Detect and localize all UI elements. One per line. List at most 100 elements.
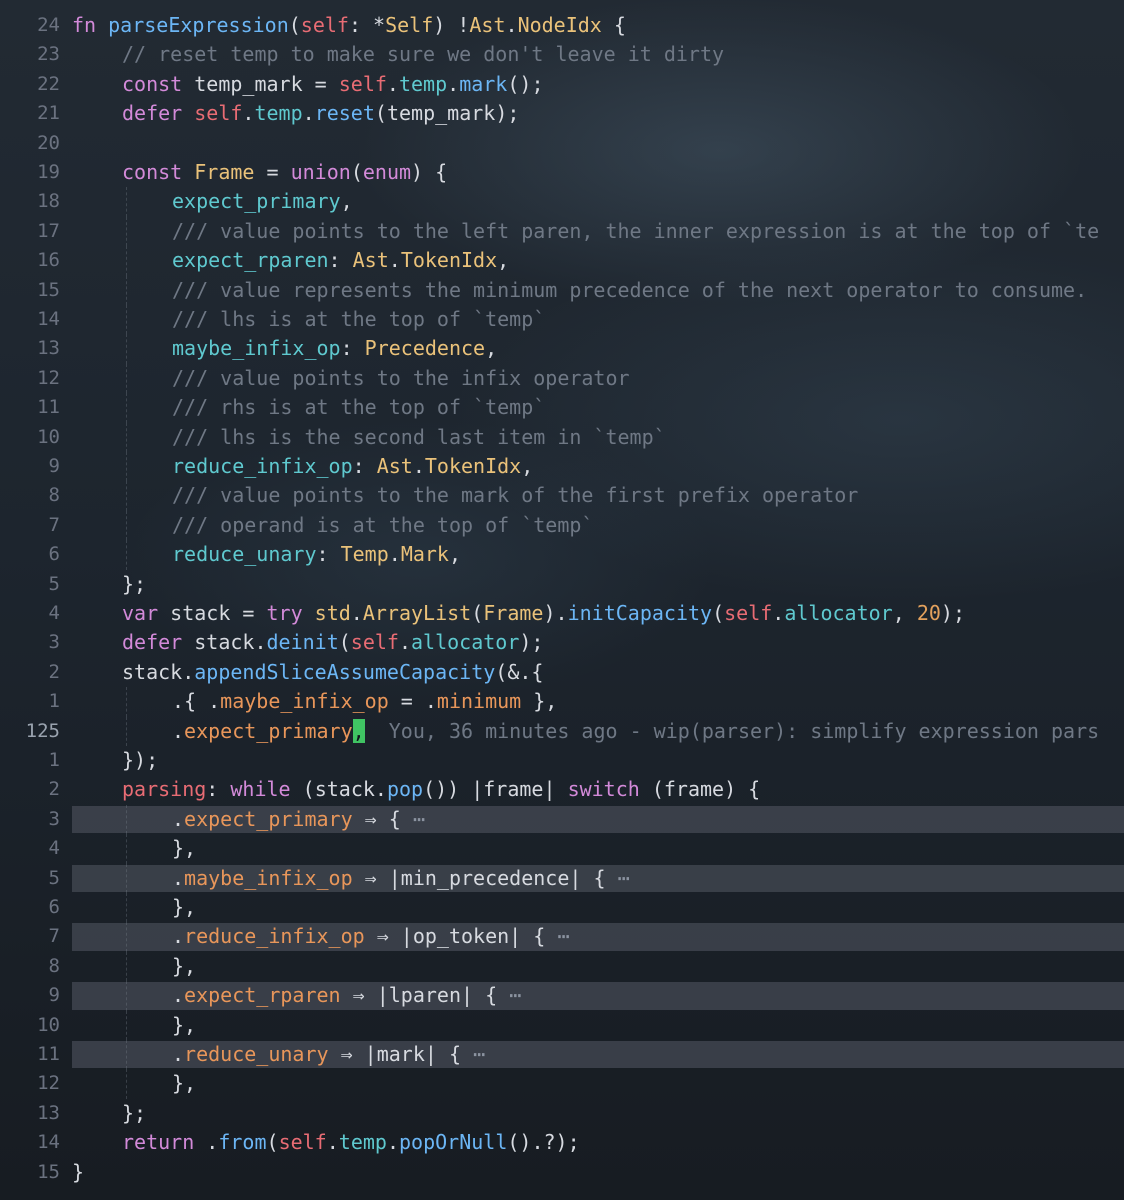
current-code-line[interactable]: 125 .expect_primary, You, 36 minutes ago …: [0, 716, 1124, 746]
code-line[interactable]: 23 // reset temp to make sure we don't le…: [0, 40, 1124, 69]
code-text[interactable]: reduce_unary: Temp.Mark,: [72, 540, 1124, 569]
code-line[interactable]: 6 reduce_unary: Temp.Mark,: [0, 540, 1124, 570]
fold-ellipsis-icon[interactable]: ⋯: [473, 1042, 485, 1066]
code-text[interactable]: defer stack.deinit(self.allocator);: [72, 628, 1124, 657]
code-line[interactable]: 8 /// value points to the mark of the fir…: [0, 481, 1124, 511]
code-text[interactable]: },: [72, 834, 1124, 863]
code-text[interactable]: .reduce_infix_op ⇒ |op_token| { ⋯: [72, 922, 1124, 951]
code-line[interactable]: 8},: [0, 951, 1124, 982]
code-line[interactable]: 21 defer self.temp.reset(temp_mark);: [0, 99, 1124, 128]
code-token: allocator: [784, 601, 893, 625]
folded-code-line[interactable]: 11 .reduce_unary ⇒ |mark| { ⋯: [0, 1040, 1124, 1070]
code-line[interactable]: 14 /// lhs is at the top of `temp`: [0, 305, 1124, 335]
code-text[interactable]: .expect_primary ⇒ { ⋯: [72, 805, 1124, 834]
code-line[interactable]: 24 fn parseExpression(self: *Self) !Ast.N…: [0, 11, 1124, 40]
fold-ellipsis-icon[interactable]: ⋯: [557, 924, 569, 948]
code-text[interactable]: reduce_infix_op: Ast.TokenIdx,: [72, 452, 1124, 481]
code-text[interactable]: stack.appendSliceAssumeCapacity(&.{: [72, 658, 1124, 687]
code-editor[interactable]: 24 fn parseExpression(self: *Self) !Ast.N…: [0, 0, 1124, 1200]
code-text[interactable]: /// value points to the mark of the firs…: [72, 481, 1124, 510]
code-line[interactable]: 19 const Frame = union(enum) {: [0, 158, 1124, 187]
code-text[interactable]: var stack = try std.ArrayList(Frame).ini…: [72, 599, 1124, 628]
code-line[interactable]: 14 return .from(self.temp.popOrNull().?);: [0, 1128, 1124, 1157]
code-line[interactable]: 17 /// value points to the left paren, th…: [0, 216, 1124, 247]
code-text[interactable]: /// value represents the minimum precede…: [72, 276, 1124, 305]
code-token: :: [316, 542, 341, 567]
code-line[interactable]: 10},: [0, 1010, 1124, 1040]
folded-code-line[interactable]: 9 .expect_rparen ⇒ |lparen| { ⋯: [0, 981, 1124, 1011]
code-text[interactable]: expect_rparen: Ast.TokenIdx,: [72, 246, 1124, 275]
code-text[interactable]: .{ .maybe_infix_op = .minimum },: [72, 687, 1124, 716]
code-text[interactable]: },: [72, 1069, 1124, 1098]
code-line[interactable]: 10 /// lhs is the second last item in `te…: [0, 422, 1124, 452]
code-line[interactable]: 20: [0, 129, 1124, 158]
code-text[interactable]: });: [72, 746, 1124, 775]
code-text[interactable]: .expect_primary, You, 36 minutes ago - w…: [72, 717, 1124, 746]
code-line[interactable]: 12 /// value points to the infix operator: [0, 363, 1124, 394]
code-line[interactable]: 12},: [0, 1069, 1124, 1099]
line-number: 9: [48, 984, 60, 1007]
code-text[interactable]: const Frame = union(enum) {: [72, 158, 1124, 187]
code-text[interactable]: .maybe_infix_op ⇒ |min_precedence| { ⋯: [72, 864, 1124, 893]
code-line[interactable]: 13};: [0, 1099, 1124, 1128]
code-text[interactable]: expect_primary,: [72, 187, 1124, 216]
code-line[interactable]: 2 parsing: while (stack.pop()) |frame| sw…: [0, 775, 1124, 804]
code-text[interactable]: maybe_infix_op: Precedence,: [72, 334, 1124, 363]
code-line[interactable]: 4},: [0, 834, 1124, 864]
code-line[interactable]: 16 expect_rparen: Ast.TokenIdx,: [0, 246, 1124, 276]
code-line[interactable]: 15 /// value represents the minimum prece…: [0, 275, 1124, 305]
code-line[interactable]: 3 defer stack.deinit(self.allocator);: [0, 628, 1124, 657]
folded-code-line[interactable]: 3 .expect_primary ⇒ { ⋯: [0, 804, 1124, 835]
code-text[interactable]: };: [72, 1099, 1124, 1128]
fold-ellipsis-icon[interactable]: ⋯: [618, 866, 630, 890]
code-token: stack.: [194, 630, 267, 655]
code-line[interactable]: 22 const temp_mark = self.temp.mark();: [0, 70, 1124, 99]
code-text[interactable]: .expect_rparen ⇒ |lparen| { ⋯: [72, 981, 1124, 1010]
code-line[interactable]: 9 reduce_infix_op: Ast.TokenIdx,: [0, 452, 1124, 482]
line-number: 7: [48, 513, 60, 536]
code-text[interactable]: .reduce_unary ⇒ |mark| { ⋯: [72, 1040, 1124, 1069]
code-text[interactable]: /// lhs is the second last item in `temp…: [72, 423, 1124, 452]
code-line[interactable]: 6},: [0, 893, 1124, 923]
code-line[interactable]: 5};: [0, 570, 1124, 599]
code-text[interactable]: }: [72, 1158, 1124, 1187]
folded-code-line[interactable]: 7 .reduce_infix_op ⇒ |op_token| { ⋯: [0, 922, 1124, 952]
code-text[interactable]: /// rhs is at the top of `temp`: [72, 393, 1124, 422]
code-line[interactable]: 11 /// rhs is at the top of `temp`: [0, 393, 1124, 423]
code-line[interactable]: 13 maybe_infix_op: Precedence,: [0, 334, 1124, 364]
code-text[interactable]: // reset temp to make sure we don't leav…: [72, 40, 1124, 69]
code-text[interactable]: parsing: while (stack.pop()) |frame| swi…: [72, 775, 1124, 804]
code-line[interactable]: 15}: [0, 1158, 1124, 1187]
line-number: 24: [37, 14, 60, 36]
code-line[interactable]: 1});: [0, 746, 1124, 775]
code-text[interactable]: };: [72, 570, 1124, 599]
folded-code-line[interactable]: 5 .maybe_infix_op ⇒ |min_precedence| { ⋯: [0, 863, 1124, 893]
code-text[interactable]: /// operand is at the top of `temp`: [72, 511, 1124, 540]
code-line[interactable]: 1 .{ .maybe_infix_op = .minimum },: [0, 687, 1124, 717]
code-line[interactable]: 7 /// operand is at the top of `temp`: [0, 510, 1124, 541]
code-line[interactable]: 4 var stack = try std.ArrayList(Frame).in…: [0, 599, 1124, 628]
code-token: (&.{: [495, 659, 544, 684]
code-token: (: [350, 160, 363, 184]
fold-ellipsis-icon[interactable]: ⋯: [509, 983, 521, 1007]
code-token: stack =: [170, 601, 267, 625]
code-text[interactable]: const temp_mark = self.temp.mark();: [72, 70, 1124, 99]
code-token: .: [302, 101, 315, 126]
code-text[interactable]: },: [72, 893, 1124, 922]
code-text[interactable]: /// value points to the left paren, the …: [72, 217, 1124, 246]
code-line[interactable]: 18 expect_primary,: [0, 187, 1124, 217]
code-text[interactable]: },: [72, 952, 1124, 981]
code-text[interactable]: /// value points to the infix operator: [72, 364, 1124, 393]
code-text[interactable]: },: [72, 1011, 1124, 1040]
code-token: reduce_unary: [172, 542, 317, 567]
code-text[interactable]: defer self.temp.reset(temp_mark);: [72, 99, 1124, 128]
fold-ellipsis-icon[interactable]: ⋯: [413, 807, 425, 831]
code-text[interactable]: /// lhs is at the top of `temp`: [72, 305, 1124, 334]
code-text[interactable]: return .from(self.temp.popOrNull().?);: [72, 1128, 1124, 1157]
code-token: .: [172, 718, 185, 743]
code-text[interactable]: fn parseExpression(self: *Self) !Ast.Nod…: [72, 11, 1124, 40]
code-token: },: [172, 1071, 197, 1096]
code-token: ⇒ |min_precedence| {: [352, 865, 618, 890]
text-cursor[interactable]: ,: [352, 718, 365, 743]
code-line[interactable]: 2 stack.appendSliceAssumeCapacity(&.{: [0, 658, 1124, 687]
